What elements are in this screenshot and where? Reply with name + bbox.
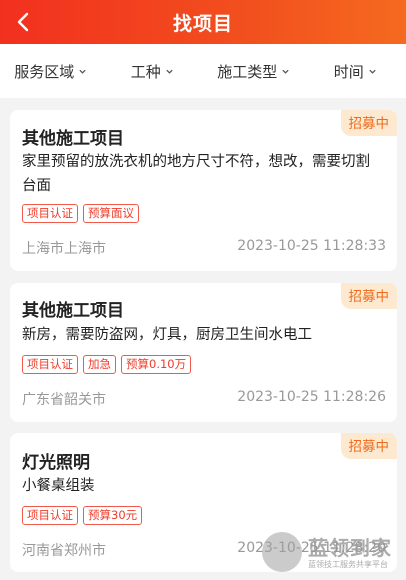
filter-service-area[interactable]: 服务区域 bbox=[0, 61, 102, 82]
chevron-down-icon bbox=[79, 69, 86, 74]
logo-icon bbox=[262, 532, 302, 572]
project-description: 家里预留的放洗衣机的地方尺寸不符，想改，需要切割台面 bbox=[22, 154, 370, 194]
filter-label: 服务区域 bbox=[14, 62, 75, 81]
project-description: 新房，需要防盗网，灯具，厨房卫生间水电工 bbox=[22, 327, 312, 343]
tag-list: 项目认证 预算30元 bbox=[22, 506, 143, 525]
tag: 预算30元 bbox=[83, 506, 143, 525]
top-bar: 找项目 bbox=[0, 0, 406, 44]
filter-trade[interactable]: 工种 bbox=[102, 61, 204, 82]
watermark-name: 蓝领到家 bbox=[308, 536, 392, 560]
tag-list: 项目认证 预算面议 bbox=[22, 204, 139, 223]
watermark-logo: 蓝领到家 蓝领技工服务共享平台 bbox=[258, 528, 406, 578]
filter-label: 工种 bbox=[130, 62, 161, 81]
location: 广东省韶关市 bbox=[22, 392, 106, 408]
tag: 预算面议 bbox=[83, 204, 139, 223]
filter-construction-type[interactable]: 施工类型 bbox=[203, 61, 305, 82]
chevron-down-icon bbox=[282, 69, 289, 74]
project-title: 其他施工项目 bbox=[22, 129, 124, 149]
tag-list: 项目认证 加急 预算0.10万 bbox=[22, 355, 192, 374]
tag: 项目认证 bbox=[22, 204, 78, 223]
watermark-subtitle: 蓝领技工服务共享平台 bbox=[308, 560, 388, 569]
tag: 预算0.10万 bbox=[121, 355, 192, 374]
filter-label: 施工类型 bbox=[217, 62, 278, 81]
status-badge: 招募中 bbox=[340, 110, 397, 136]
tag: 项目认证 bbox=[22, 355, 78, 374]
project-card[interactable]: 招募中 其他施工项目 新房，需要防盗网，灯具，厨房卫生间水电工 项目认证 加急 … bbox=[10, 283, 397, 422]
filter-bar: 服务区域 工种 施工类型 时间 bbox=[0, 44, 406, 98]
timestamp: 2023-10-25 11:28:26 bbox=[237, 389, 386, 405]
project-description: 小餐桌组装 bbox=[22, 478, 95, 494]
filter-label: 时间 bbox=[333, 62, 364, 81]
page-title: 找项目 bbox=[172, 13, 233, 35]
project-title: 灯光照明 bbox=[22, 453, 90, 473]
status-badge: 招募中 bbox=[340, 283, 397, 309]
location: 河南省郑州市 bbox=[22, 543, 106, 559]
status-badge: 招募中 bbox=[340, 433, 397, 459]
chevron-down-icon bbox=[369, 69, 376, 74]
timestamp: 2023-10-25 11:28:33 bbox=[237, 238, 386, 254]
project-title: 其他施工项目 bbox=[22, 301, 124, 321]
location: 上海市上海市 bbox=[22, 241, 106, 257]
chevron-down-icon bbox=[166, 69, 173, 74]
project-card[interactable]: 招募中 其他施工项目 家里预留的放洗衣机的地方尺寸不符，想改，需要切割台面 项目… bbox=[10, 110, 397, 271]
tag: 项目认证 bbox=[22, 506, 78, 525]
filter-time[interactable]: 时间 bbox=[305, 61, 406, 82]
tag: 加急 bbox=[83, 355, 116, 374]
